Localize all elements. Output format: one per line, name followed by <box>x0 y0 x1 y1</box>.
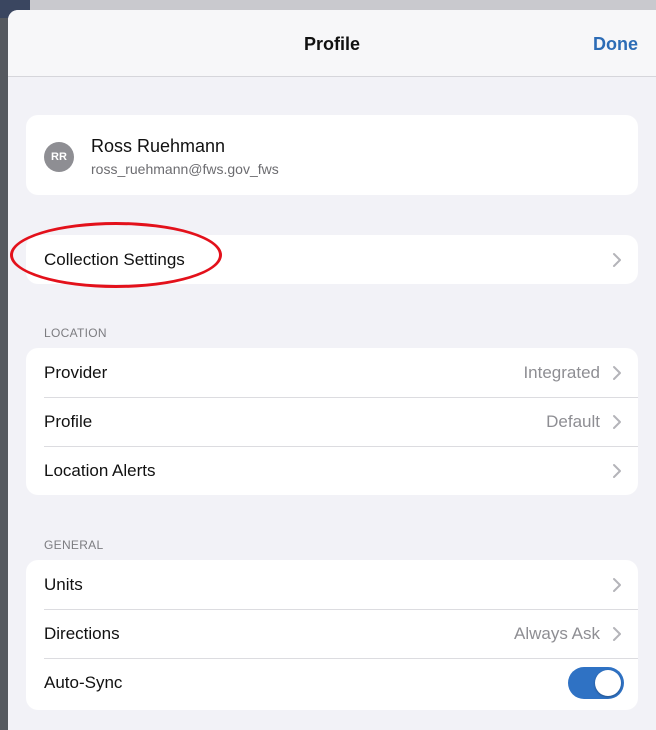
chevron-right-icon <box>613 253 621 267</box>
directions-row[interactable]: Directions Always Ask <box>26 609 638 658</box>
done-button[interactable]: Done <box>593 34 638 55</box>
auto-sync-row: Auto-Sync <box>26 658 638 707</box>
provider-row[interactable]: Provider Integrated <box>26 348 638 397</box>
account-card[interactable]: RR Ross Ruehmann ross_ruehmann@fws.gov_f… <box>26 115 638 195</box>
auto-sync-label: Auto-Sync <box>44 673 123 692</box>
auto-sync-toggle[interactable] <box>568 667 624 699</box>
units-row[interactable]: Units <box>26 560 638 609</box>
account-name: Ross Ruehmann <box>91 136 226 156</box>
general-section-header: GENERAL <box>44 538 104 552</box>
chevron-right-icon <box>613 627 621 641</box>
collection-settings-card: Collection Settings <box>26 235 638 284</box>
profile-value: Default <box>546 412 600 431</box>
page-title: Profile <box>303 34 360 54</box>
chevron-right-icon <box>613 415 621 429</box>
profile-label: Profile <box>44 412 93 431</box>
navigation-bar: Profile Done <box>8 10 656 77</box>
account-email: ross_ruehmann@fws.gov_fws <box>91 161 279 177</box>
directions-value: Always Ask <box>514 624 600 643</box>
background-edge <box>0 0 8 730</box>
location-alerts-row[interactable]: Location Alerts <box>26 446 638 495</box>
location-alerts-label: Location Alerts <box>44 461 156 480</box>
chevron-right-icon <box>613 366 621 380</box>
location-card: Provider Integrated Profile Default Loca… <box>26 348 638 495</box>
profile-row[interactable]: Profile Default <box>26 397 638 446</box>
collection-settings-row[interactable]: Collection Settings <box>26 235 638 284</box>
directions-label: Directions <box>44 624 120 643</box>
provider-label: Provider <box>44 363 108 382</box>
toggle-knob <box>595 670 621 696</box>
chevron-right-icon <box>613 464 621 478</box>
avatar: RR <box>44 142 74 172</box>
chevron-right-icon <box>613 578 621 592</box>
location-section-header: LOCATION <box>44 326 107 340</box>
collection-settings-label: Collection Settings <box>44 250 185 269</box>
general-card: Units Directions Always Ask Auto-Sync <box>26 560 638 710</box>
provider-value: Integrated <box>523 363 600 382</box>
profile-sheet: Profile Done RR Ross Ruehmann ross_ruehm… <box>8 10 656 730</box>
units-label: Units <box>44 575 83 594</box>
